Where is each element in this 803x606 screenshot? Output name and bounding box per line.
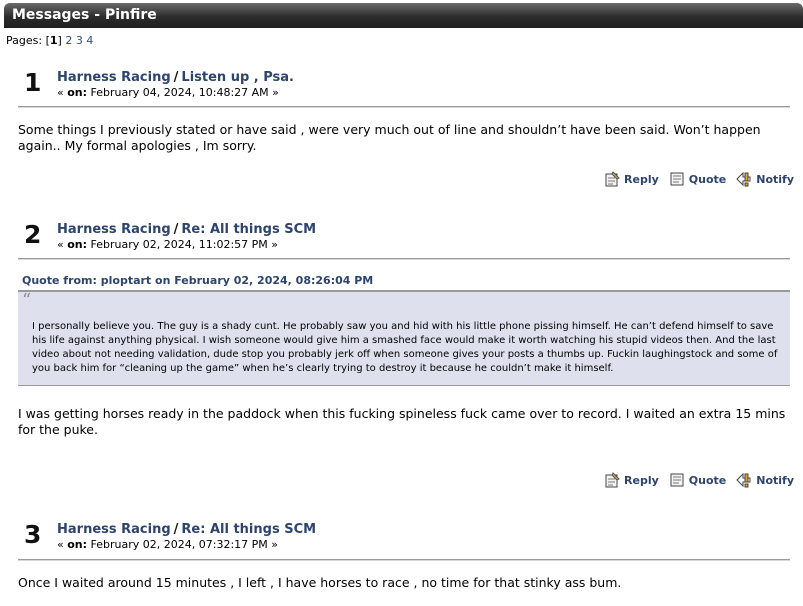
subject-separator: / — [173, 522, 179, 537]
quote-header-text: Quote from: ploptart on February 02, 202… — [22, 274, 374, 287]
on-label: on: — [67, 538, 88, 551]
quote-icon — [670, 473, 684, 487]
subject-separator: / — [173, 222, 179, 237]
pagination-current: 1 — [49, 34, 58, 47]
notify-icon — [736, 472, 751, 488]
reply-button[interactable]: Reply — [604, 472, 659, 488]
quote-icon — [670, 172, 684, 186]
post-subject: Harness Racing / Re: All things SCM — [57, 522, 316, 538]
on-label: on: — [67, 238, 88, 251]
on-label: on: — [67, 86, 88, 99]
quote-label: Quote — [688, 473, 727, 487]
window-title-bar: Messages - Pinfire — [4, 3, 803, 28]
pagination-label: Pages: — [6, 34, 46, 47]
pagination: Pages: [1] 2 3 4 — [6, 34, 94, 47]
post-subject: Harness Racing / Listen up , Psa. — [57, 70, 294, 86]
topic-link[interactable]: Listen up , Psa. — [181, 70, 294, 85]
reply-icon — [605, 472, 620, 488]
post-number: 2 — [24, 220, 42, 249]
post-body: Once I waited around 15 minutes , I left… — [18, 575, 622, 590]
quote-block: “ I personally believe you. The guy is a… — [18, 290, 790, 386]
post-date: February 04, 2024, 10:48:27 AM » — [87, 86, 279, 99]
board-link[interactable]: Harness Racing — [57, 70, 171, 85]
board-link[interactable]: Harness Racing — [57, 222, 171, 237]
notify-button[interactable]: Notify — [736, 171, 794, 187]
reply-label: Reply — [624, 473, 659, 487]
post-divider — [18, 258, 790, 260]
notify-label: Notify — [756, 473, 794, 487]
post-meta: « on: February 02, 2024, 07:32:17 PM » — [57, 538, 316, 552]
post-body: Some things I previously stated or have … — [18, 122, 761, 153]
post-number: 1 — [24, 68, 42, 97]
reply-button[interactable]: Reply — [604, 171, 659, 187]
quote-button[interactable]: Quote — [669, 171, 726, 187]
meta-prefix: « — [57, 86, 68, 99]
quote-text: I personally believe you. The guy is a s… — [32, 321, 778, 374]
reply-label: Reply — [624, 172, 659, 186]
post-actions: Reply Quote Notify — [604, 470, 794, 490]
post-date: February 02, 2024, 11:02:57 PM » — [87, 238, 278, 251]
post-body: I was getting horses ready in the paddoc… — [18, 406, 786, 437]
post-meta: « on: February 04, 2024, 10:48:27 AM » — [57, 86, 294, 100]
post-header: Harness Racing / Re: All things SCM « on: … — [57, 222, 316, 252]
post-date: February 02, 2024, 07:32:17 PM » — [87, 538, 278, 551]
notify-button[interactable]: Notify — [736, 472, 794, 488]
meta-prefix: « — [57, 238, 68, 251]
board-link[interactable]: Harness Racing — [57, 522, 171, 537]
quote-label: Quote — [688, 172, 727, 186]
post-subject: Harness Racing / Re: All things SCM — [57, 222, 316, 238]
post-number: 3 — [24, 520, 42, 549]
page-link-3[interactable]: 3 — [76, 34, 83, 47]
post-header: Harness Racing / Listen up , Psa. « on: Fe… — [57, 70, 294, 100]
window-title: Messages - Pinfire — [12, 7, 157, 23]
post-divider — [18, 106, 790, 108]
quote-header[interactable]: Quote from: ploptart on February 02, 202… — [18, 274, 790, 287]
quote-button[interactable]: Quote — [669, 472, 726, 488]
topic-link[interactable]: Re: All things SCM — [181, 522, 316, 537]
quote-mark-icon: “ — [22, 290, 32, 311]
post-actions: Reply Quote Notify — [604, 169, 794, 189]
reply-icon — [605, 171, 620, 187]
page-link-4[interactable]: 4 — [86, 34, 93, 47]
post-divider — [18, 559, 790, 561]
meta-prefix: « — [57, 538, 68, 551]
post-meta: « on: February 02, 2024, 11:02:57 PM » — [57, 238, 316, 252]
notify-icon — [736, 171, 751, 187]
subject-separator: / — [173, 70, 179, 85]
topic-link[interactable]: Re: All things SCM — [181, 222, 316, 237]
page-link-2[interactable]: 2 — [65, 34, 72, 47]
notify-label: Notify — [756, 172, 794, 186]
post-header: Harness Racing / Re: All things SCM « on: … — [57, 522, 316, 552]
